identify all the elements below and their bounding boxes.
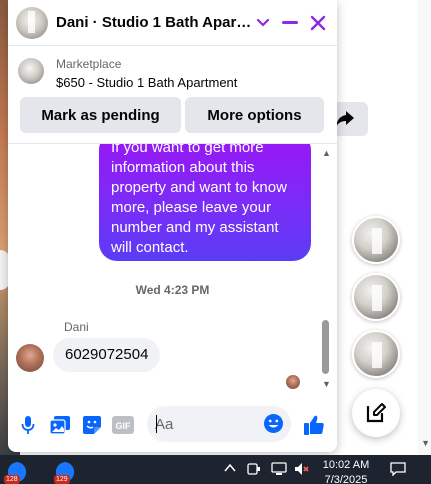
message-list: If you want to get more information abou…	[8, 143, 337, 394]
message-scrollbar-thumb[interactable]	[322, 320, 329, 374]
chat-header: Dani · Studio 1 Bath Apartment	[8, 0, 337, 46]
message-timestamp: Wed 4:23 PM	[135, 283, 210, 297]
network-icon[interactable]	[271, 462, 287, 479]
microphone-icon[interactable]	[17, 414, 39, 436]
outgoing-message[interactable]: If you want to get more information abou…	[99, 144, 311, 261]
mark-as-pending-button[interactable]: Mark as pending	[20, 97, 181, 133]
close-icon[interactable]	[306, 11, 330, 35]
scroll-up-arrow[interactable]: ▲	[322, 148, 331, 158]
marketplace-listing[interactable]: Marketplace $650 - Studio 1 Bath Apartme…	[8, 47, 337, 97]
chevron-up-icon[interactable]	[224, 462, 236, 476]
minimize-icon[interactable]	[278, 11, 302, 35]
message-input[interactable]	[155, 406, 255, 442]
volume-muted-icon[interactable]	[294, 462, 310, 479]
compose-icon	[366, 403, 386, 423]
marketplace-label: Marketplace	[56, 57, 122, 71]
incoming-message[interactable]: 6029072504	[53, 338, 161, 372]
chat-title[interactable]: Dani · Studio 1 Bath Apartment	[56, 14, 252, 31]
share-icon	[336, 111, 354, 127]
text-caret	[156, 415, 157, 433]
chat-head-avatar[interactable]	[352, 273, 400, 321]
gif-icon[interactable]: GIF	[112, 414, 134, 436]
sender-name: Dani	[64, 320, 89, 334]
listing-avatar[interactable]	[16, 7, 48, 39]
chat-head-avatar[interactable]	[352, 330, 400, 378]
message-composer: GIF	[8, 395, 337, 452]
windows-taskbar: 128 129 10:02 AM 7/3/2025	[0, 455, 431, 484]
notification-badge: 128	[4, 475, 20, 484]
notification-badge: 129	[54, 475, 70, 484]
notifications-icon[interactable]	[390, 462, 406, 479]
clock-time[interactable]: 10:02 AM	[318, 458, 374, 472]
chevron-down-icon[interactable]	[251, 11, 275, 35]
clock-date[interactable]: 7/3/2025	[318, 473, 374, 484]
sticker-icon[interactable]	[81, 414, 103, 436]
page-scrollbar[interactable]	[418, 0, 431, 455]
read-receipt-avatar	[286, 375, 300, 389]
listing-thumbnail	[18, 58, 44, 84]
sender-avatar[interactable]	[16, 344, 44, 372]
device-icon[interactable]	[247, 462, 261, 479]
gif-label: GIF	[116, 421, 132, 431]
listing-title: $650 - Studio 1 Bath Apartment	[56, 75, 238, 90]
more-options-button[interactable]: More options	[185, 97, 324, 133]
thumbs-up-icon[interactable]	[302, 414, 326, 436]
chat-head-avatar[interactable]	[352, 216, 400, 264]
page-scroll-down-arrow[interactable]: ▼	[421, 438, 430, 448]
chat-window: Dani · Studio 1 Bath Apartment Marketpla…	[8, 0, 337, 452]
emoji-icon[interactable]	[263, 413, 284, 439]
photo-icon[interactable]	[49, 414, 71, 436]
message-input-box[interactable]	[147, 406, 291, 442]
new-message-button[interactable]	[352, 389, 400, 437]
scroll-down-arrow[interactable]: ▼	[322, 379, 331, 389]
